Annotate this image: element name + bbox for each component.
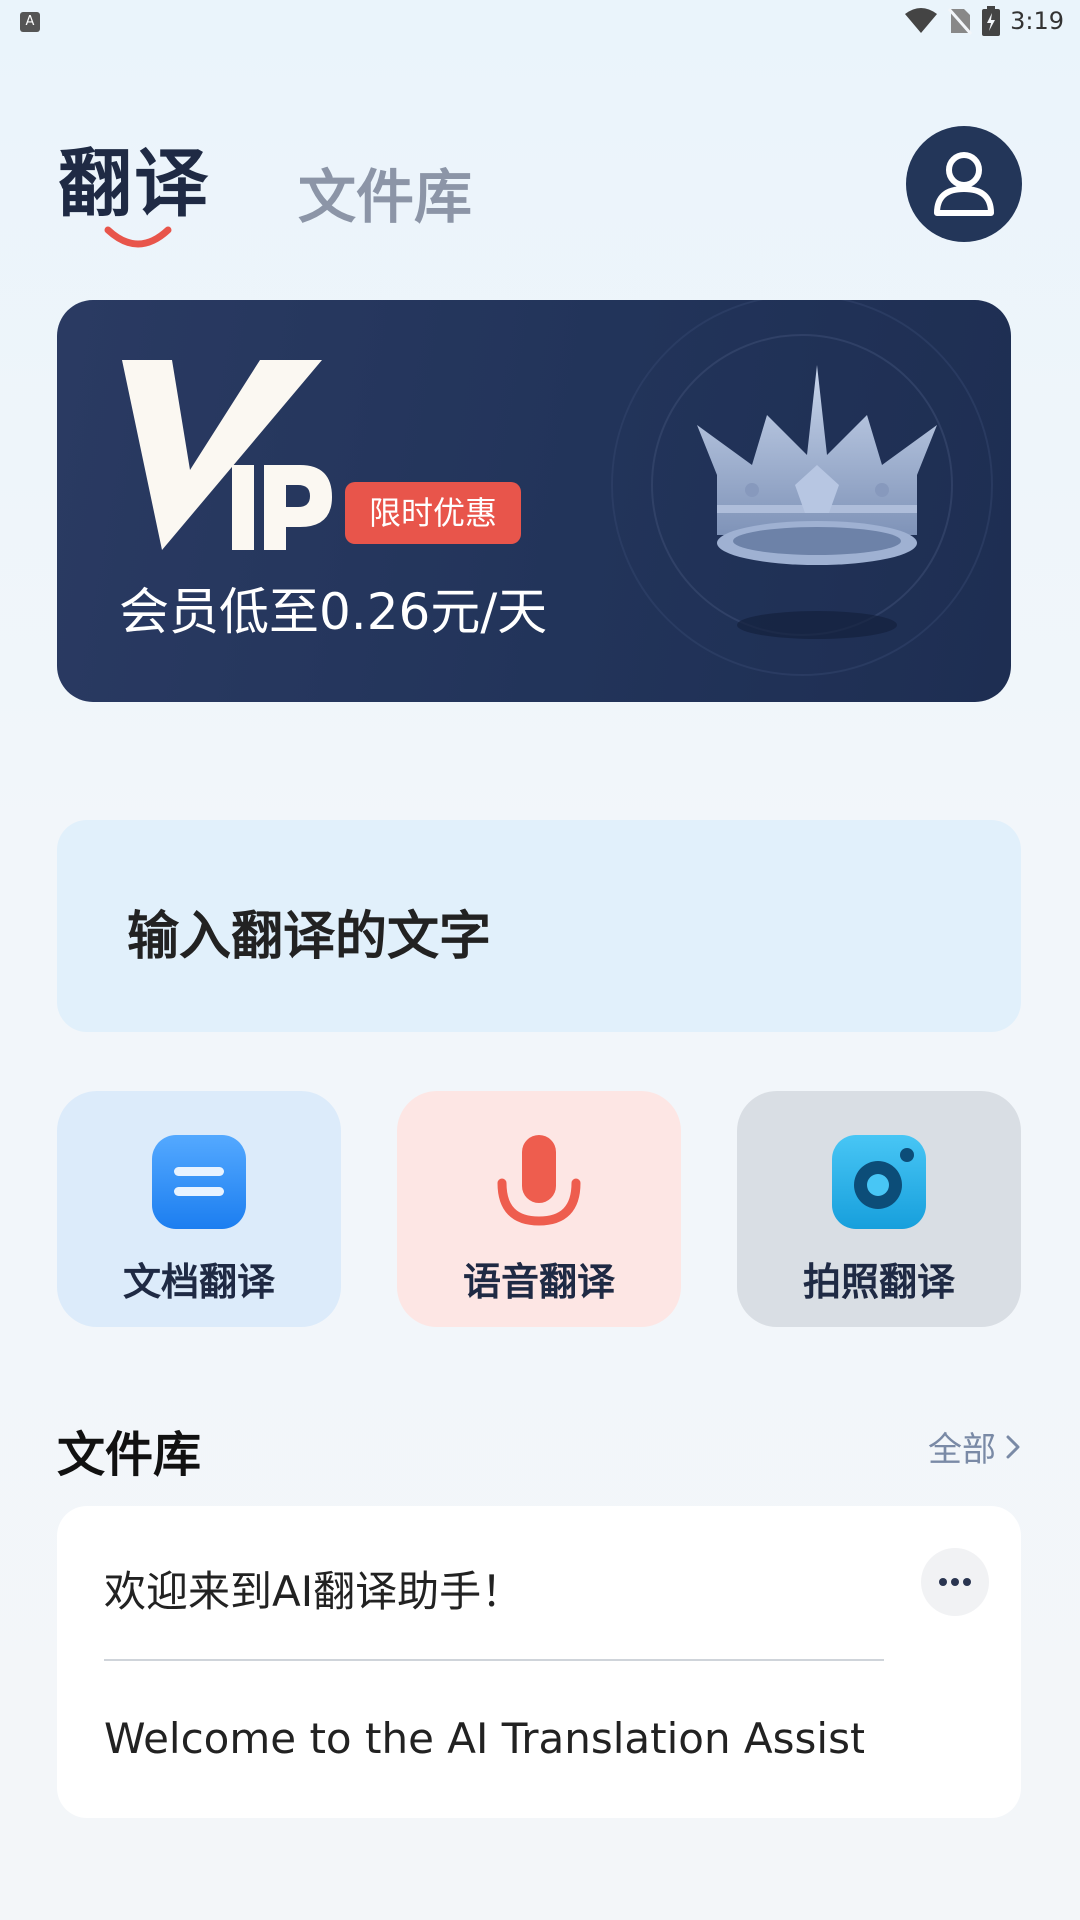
tab-translate[interactable]: 翻译	[58, 124, 210, 231]
input-placeholder: 输入翻译的文字	[127, 907, 492, 967]
vip-banner[interactable]: 限时优惠 会员低至0.26元/天	[57, 300, 1011, 702]
status-bar: A 3:19	[0, 0, 1080, 44]
notification-icon: A	[20, 12, 40, 32]
tile-label: 拍照翻译	[802, 1260, 955, 1304]
no-sim-icon	[948, 8, 973, 35]
user-icon	[934, 152, 994, 216]
library-section-title: 文件库	[57, 1427, 202, 1483]
voice-translate-button[interactable]: 语音翻译	[397, 1091, 681, 1327]
wifi-icon	[905, 8, 938, 33]
vip-logo-icon	[122, 360, 332, 550]
more-options-button[interactable]	[921, 1548, 989, 1616]
tab-library[interactable]: 文件库	[298, 150, 472, 234]
status-icons: 3:19	[904, 6, 1064, 36]
document-icon	[152, 1135, 246, 1229]
crown-icon	[697, 365, 937, 639]
more-horizontal-icon	[939, 1578, 971, 1586]
divider	[104, 1659, 884, 1661]
library-item-translation: Welcome to the AI Translation Assist...	[104, 1714, 864, 1763]
battery-charging-icon	[982, 6, 1001, 36]
tile-label: 文档翻译	[122, 1260, 275, 1304]
vip-price-text: 会员低至0.26元/天	[119, 583, 548, 641]
translate-text-input[interactable]: 输入翻译的文字	[57, 820, 1021, 1032]
microphone-icon	[497, 1135, 581, 1226]
library-item-source: 欢迎来到AI翻译助手！	[104, 1567, 524, 1616]
view-all-link[interactable]: 全部	[928, 1422, 1020, 1471]
tile-label: 语音翻译	[462, 1260, 615, 1304]
limited-offer-badge: 限时优惠	[345, 482, 521, 544]
view-all-label: 全部	[928, 1430, 996, 1470]
document-translate-button[interactable]: 文档翻译	[57, 1091, 341, 1327]
chevron-right-icon	[1006, 1435, 1020, 1458]
camera-icon	[832, 1135, 926, 1229]
clock: 3:19	[1010, 7, 1064, 35]
active-tab-indicator	[104, 226, 172, 248]
photo-translate-button[interactable]: 拍照翻译	[737, 1091, 1021, 1327]
profile-button[interactable]	[906, 126, 1022, 242]
library-item[interactable]: 欢迎来到AI翻译助手！ Welcome to the AI Translatio…	[57, 1506, 1021, 1818]
